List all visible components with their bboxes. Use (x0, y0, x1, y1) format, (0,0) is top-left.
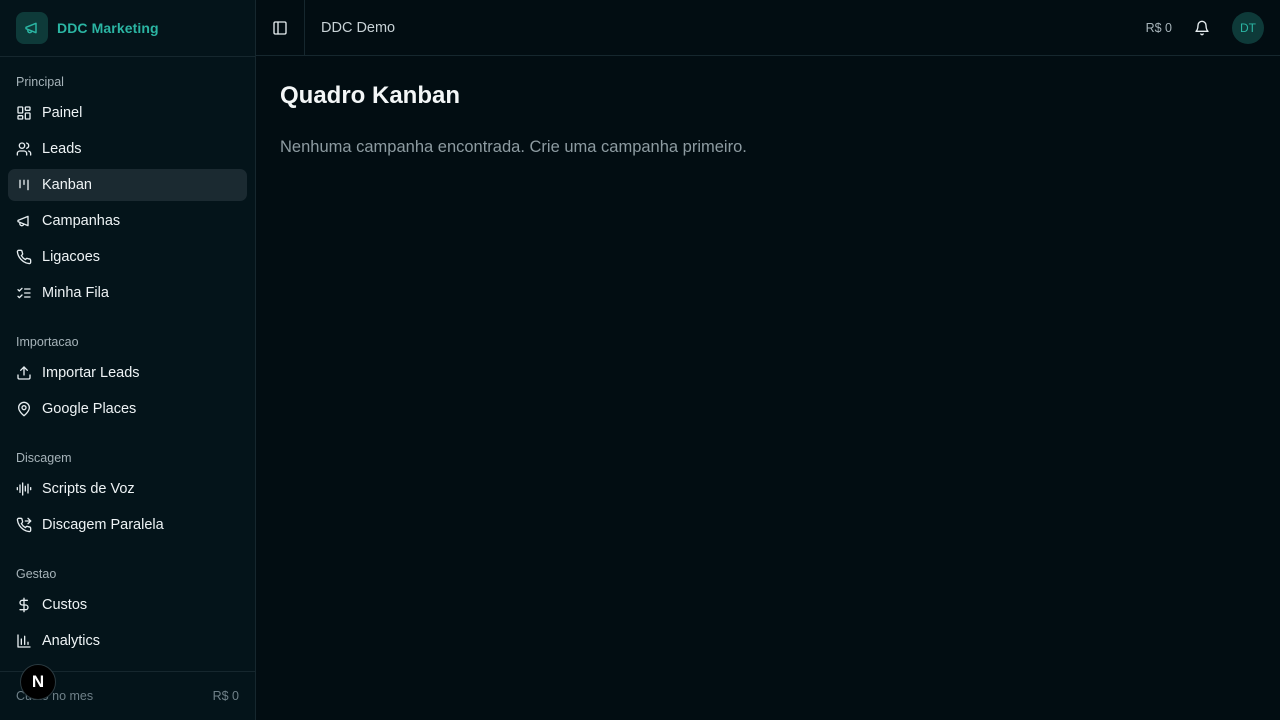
sidebar-item-discagem-paralela[interactable]: Discagem Paralela (8, 509, 247, 541)
bell-icon (1195, 20, 1209, 35)
bar-chart-icon (17, 634, 31, 648)
app-root: DDC Marketing Principal Painel Leads Kan… (0, 0, 1280, 720)
sidebar-item-label: Leads (42, 141, 82, 157)
layout-dashboard-icon (17, 106, 31, 120)
sidebar-item-kanban[interactable]: Kanban (8, 169, 247, 201)
main: DDC Demo R$ 0 DT Quadro Kanban Nenhuma c… (256, 0, 1280, 720)
sidebar-item-label: Importar Leads (42, 365, 140, 381)
brand-name: DDC Marketing (57, 20, 159, 36)
nav-group-principal: Principal Painel Leads Kanban Campanhas (8, 65, 247, 309)
sidebar-item-label: Google Places (42, 401, 137, 417)
group-label: Importacao (16, 335, 79, 349)
sidebar-item-label: Campanhas (42, 213, 121, 229)
sidebar-item-label: Custos (42, 597, 88, 613)
sidebar-item-analytics[interactable]: Analytics (8, 625, 247, 657)
sidebar-item-scripts-de-voz[interactable]: Scripts de Voz (8, 473, 247, 505)
cost-indicator: R$ 0 (1145, 20, 1172, 35)
users-icon (16, 142, 32, 156)
panel-left-icon (273, 20, 287, 35)
sidebar-item-label: Discagem Paralela (42, 517, 164, 533)
sidebar-item-campanhas[interactable]: Campanhas (8, 205, 247, 237)
brand[interactable]: DDC Marketing (0, 0, 255, 57)
sidebar: DDC Marketing Principal Painel Leads Kan… (0, 0, 256, 720)
map-pin-icon (18, 401, 30, 417)
sidebar-item-label: Minha Fila (42, 285, 109, 301)
group-label: Principal (16, 75, 64, 89)
sidebar-item-leads[interactable]: Leads (8, 133, 247, 165)
notifications-button[interactable] (1190, 16, 1214, 40)
megaphone-icon (17, 215, 29, 227)
empty-state-message: Nenhuma campanha encontrada. Crie uma ca… (280, 138, 747, 156)
kanban-icon (19, 179, 29, 191)
sidebar-item-importar-leads[interactable]: Importar Leads (8, 357, 247, 389)
topbar: DDC Demo R$ 0 DT (256, 0, 1280, 56)
sidebar-item-minha-fila[interactable]: Minha Fila (8, 277, 247, 309)
group-label: Discagem (16, 451, 72, 465)
sidebar-item-custos[interactable]: Custos (8, 589, 247, 621)
page-content: Quadro Kanban Nenhuma campanha encontrad… (256, 56, 1280, 181)
next-dev-badge[interactable]: N (20, 664, 56, 700)
sidebar-item-label: Kanban (42, 177, 92, 193)
sidebar-item-label: Scripts de Voz (42, 481, 135, 497)
sidebar-item-ligacoes[interactable]: Ligacoes (8, 241, 247, 273)
sidebar-item-painel[interactable]: Painel (8, 97, 247, 129)
sidebar-nav: Principal Painel Leads Kanban Campanhas (0, 57, 255, 671)
sidebar-item-label: Painel (42, 105, 83, 121)
megaphone-logo-icon (16, 12, 48, 44)
upload-icon (17, 366, 31, 380)
nav-group-importacao: Importacao Importar Leads Google Places (8, 325, 247, 425)
page-title: Quadro Kanban (280, 82, 461, 109)
topbar-right: R$ 0 DT (1145, 11, 1280, 44)
group-label: Gestao (16, 567, 57, 581)
sidebar-item-google-places[interactable]: Google Places (8, 393, 247, 425)
audio-lines-icon (16, 482, 32, 496)
sidebar-item-label: Analytics (42, 633, 101, 649)
nav-group-discagem: Discagem Scripts de Voz Discagem Paralel… (8, 441, 247, 541)
org-name: DDC Demo (321, 19, 396, 36)
sidebar-toggle-button[interactable] (256, 0, 305, 56)
monthly-cost-value: R$ 0 (212, 689, 239, 703)
list-checks-icon (17, 287, 31, 299)
phone-icon (16, 249, 32, 265)
avatar[interactable]: DT (1232, 11, 1264, 44)
phone-forwarded-icon (16, 517, 32, 533)
sidebar-item-label: Ligacoes (42, 249, 101, 265)
nav-group-gestao: Gestao Custos Analytics (8, 557, 247, 657)
dollar-icon (19, 597, 29, 613)
